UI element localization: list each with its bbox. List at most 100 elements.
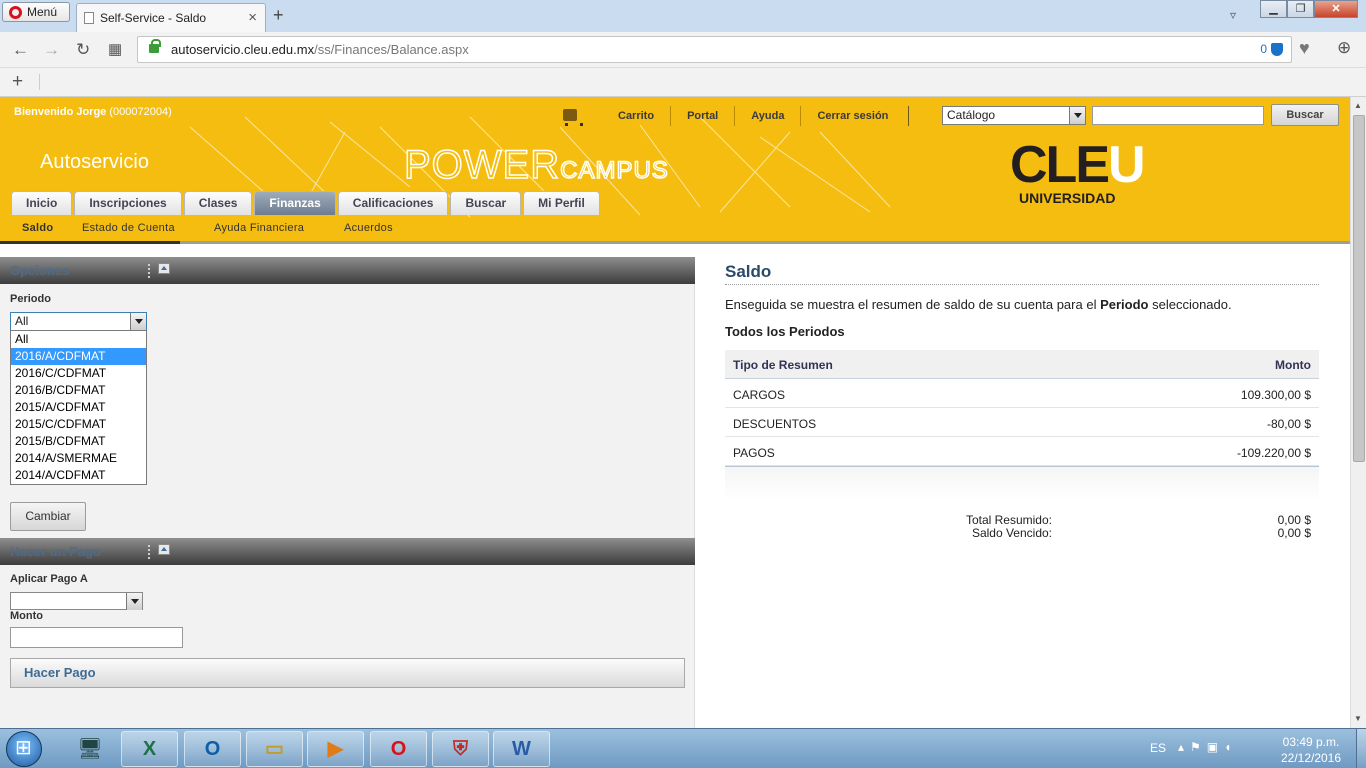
url-field[interactable]: autoservicio.cleu.edu.mx/ss/Finances/Bal… (137, 36, 1292, 63)
close-window-button[interactable]: ✕ (1314, 0, 1358, 18)
tab-finanzas[interactable]: Finanzas (254, 191, 336, 215)
tab-calificaciones[interactable]: Calificaciones (337, 191, 449, 215)
cambiar-button[interactable]: Cambiar (10, 502, 86, 531)
tab-clases[interactable]: Clases (183, 191, 253, 215)
reload-icon[interactable]: ↻ (76, 40, 90, 60)
clock-time: 03:49 p.m. (1282, 735, 1340, 749)
page-scrollbar[interactable]: ▲ ▼ (1350, 97, 1366, 728)
search-button[interactable]: Buscar (1271, 104, 1339, 126)
tray-icons[interactable]: ▴⚑▣◖ (1178, 740, 1237, 754)
row-tipo: PAGOS (733, 446, 775, 460)
aplicar-pago-select[interactable] (10, 592, 143, 610)
link-ayuda[interactable]: Ayuda (735, 106, 802, 126)
user-id: (000072004) (109, 106, 172, 118)
tab-inscripciones[interactable]: Inscripciones (74, 191, 182, 215)
subtab-saldo[interactable]: Saldo (22, 222, 53, 234)
scroll-thumb[interactable] (1353, 115, 1365, 462)
scroll-down-icon[interactable]: ▼ (1354, 714, 1362, 723)
col-tipo: Tipo de Resumen (733, 358, 833, 372)
page-icon (84, 12, 94, 24)
col-monto: Monto (1275, 358, 1311, 372)
link-cerrar-sesion[interactable]: Cerrar sesión (801, 106, 910, 126)
url-host: autoservicio.cleu.edu.mx (171, 42, 315, 57)
tab-inicio[interactable]: Inicio (11, 191, 73, 215)
tab-menu-icon[interactable]: ▿ (1230, 8, 1236, 22)
option-item[interactable]: 2016/C/CDFMAT (11, 365, 146, 382)
subtab-ayuda-financiera[interactable]: Ayuda Financiera (214, 222, 304, 234)
collapse-icon[interactable] (158, 263, 170, 274)
tab-close-icon[interactable]: × (248, 9, 257, 26)
collapse-icon[interactable] (158, 544, 170, 555)
hacer-pago-button[interactable]: Hacer Pago (10, 658, 685, 688)
speed-dial-icon[interactable]: ▦ (108, 40, 122, 58)
row-tipo: DESCUENTOS (733, 417, 817, 431)
new-tab-icon[interactable]: + (273, 5, 284, 26)
heart-icon[interactable]: ♥ (1299, 38, 1310, 59)
logo-subtitle: UNIVERSIDAD (1019, 190, 1116, 206)
periodo-value: All (15, 314, 29, 328)
show-desktop-button[interactable] (1356, 729, 1366, 768)
word-icon[interactable]: W (493, 731, 550, 767)
folder-icon[interactable]: ▭ (246, 731, 303, 767)
lock-icon (149, 39, 161, 53)
add-bookmark-icon[interactable]: + (12, 71, 23, 93)
option-item[interactable]: 2015/A/CDFMAT (11, 399, 146, 416)
browser-tab[interactable]: Self-Service - Saldo × (76, 3, 266, 32)
download-icon[interactable]: ⊕ (1337, 38, 1351, 58)
minimize-button[interactable]: ▁ (1260, 0, 1287, 18)
security-shield-icon[interactable]: ⛨ (432, 731, 489, 767)
row-monto: -80,00 $ (1266, 417, 1311, 431)
periodo-select[interactable]: All (10, 312, 147, 331)
subtab-acuerdos[interactable]: Acuerdos (344, 222, 393, 234)
catalog-search-input[interactable] (1092, 106, 1264, 125)
maximize-button[interactable]: ❐ (1287, 0, 1314, 18)
clock-date: 22/12/2016 (1280, 751, 1342, 765)
intro-bold: Periodo (1100, 297, 1149, 312)
shield-icon[interactable] (1271, 43, 1283, 56)
option-item[interactable]: 2015/B/CDFMAT (11, 433, 146, 450)
option-item[interactable]: 2016/B/CDFMAT (11, 382, 146, 399)
tab-buscar[interactable]: Buscar (450, 191, 522, 215)
option-item-highlighted[interactable]: 2016/A/CDFMAT (11, 348, 146, 365)
opera-menu-button[interactable]: Menú (2, 2, 70, 22)
cleu-logo: CLEU (1010, 139, 1146, 191)
catalog-select[interactable]: Catálogo (942, 106, 1086, 125)
back-arrow-icon[interactable]: ← (12, 40, 29, 60)
outlook-icon[interactable]: O (184, 731, 241, 767)
option-item[interactable]: 2014/A/CDFMAT (11, 467, 146, 484)
cart-icon[interactable] (560, 105, 583, 127)
totals-values: 0,00 $ 0,00 $ (1210, 514, 1311, 540)
network-computer-icon[interactable]: 🖥 (70, 733, 110, 765)
chevron-down-icon[interactable] (130, 313, 146, 330)
header-divider (0, 241, 1350, 244)
media-player-icon[interactable]: ▶ (307, 731, 364, 767)
clock[interactable]: 03:49 p.m. 22/12/2016 (1275, 734, 1347, 766)
row-monto: -109.220,00 $ (1236, 446, 1311, 460)
language-indicator[interactable]: ES (1150, 741, 1166, 755)
section-subtitle: Todos los Periodos (725, 324, 845, 339)
option-item[interactable]: 2014/A/SMERMAE (11, 450, 146, 467)
brand-power: POWER (403, 142, 561, 188)
intro-pre: Enseguida se muestra el resumen de saldo… (725, 297, 1101, 312)
periodo-dropdown-list: All 2016/A/CDFMAT 2016/C/CDFMAT 2016/B/C… (10, 330, 147, 485)
subtab-estado-de-cuenta[interactable]: Estado de Cuenta (82, 222, 175, 234)
opera-icon[interactable]: O (370, 731, 427, 767)
tab-title: Self-Service - Saldo (100, 11, 207, 25)
option-item[interactable]: 2015/C/CDFMAT (11, 416, 146, 433)
vencido-value: 0,00 $ (1277, 526, 1311, 540)
monto-input[interactable] (10, 627, 183, 648)
start-button[interactable] (6, 731, 42, 767)
browser-titlebar: Menú Self-Service - Saldo × + ▿ ▁ ❐ ✕ (0, 0, 1366, 32)
link-carrito[interactable]: Carrito (602, 106, 672, 126)
excel-icon[interactable]: X (121, 731, 178, 767)
blocked-count: 0 (1260, 42, 1267, 56)
tab-mi-perfil[interactable]: Mi Perfil (523, 191, 600, 215)
link-portal[interactable]: Portal (671, 106, 736, 126)
option-item[interactable]: All (11, 331, 146, 348)
scroll-up-icon[interactable]: ▲ (1354, 101, 1362, 110)
chevron-down-icon[interactable] (1069, 107, 1085, 124)
main-nav: Inicio Inscripciones Clases Finanzas Cal… (11, 191, 600, 215)
grip-icon (148, 264, 150, 278)
chevron-down-icon[interactable] (126, 593, 142, 610)
forward-arrow-icon[interactable]: → (43, 40, 60, 60)
